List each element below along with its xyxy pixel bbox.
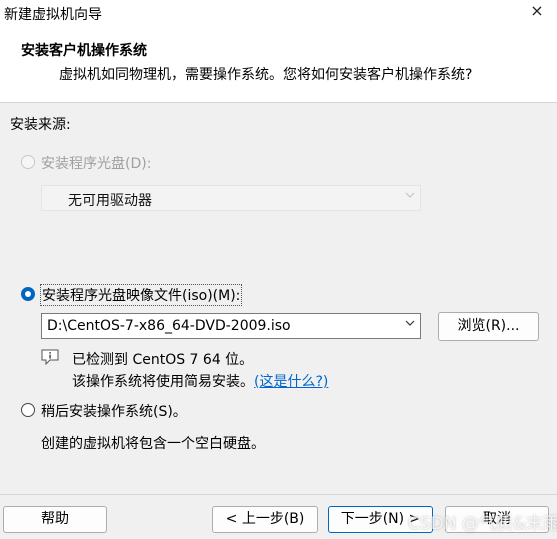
browse-button[interactable]: 浏览(R)...: [438, 312, 539, 341]
iso-path-value: D:\CentOS-7-x86_64-DVD-2009.iso: [47, 318, 291, 334]
info-icon: [41, 349, 59, 365]
blank-disk-note: 创建的虚拟机将包含一个空白硬盘。: [41, 436, 265, 452]
title-bar: 新建虚拟机向导 ×: [0, 0, 557, 24]
install-later-radio[interactable]: [21, 403, 35, 417]
page-title: 安装客户机操作系统: [21, 43, 147, 59]
easy-install-text: 该操作系统将使用简易安装。: [72, 374, 254, 390]
easy-install-note: 该操作系统将使用简易安装。(这是什么?): [72, 371, 328, 391]
close-button[interactable]: ×: [517, 0, 557, 24]
window-title: 新建虚拟机向导: [4, 7, 102, 23]
iso-option-label[interactable]: 安装程序光盘映像文件(iso)(M):: [39, 284, 243, 306]
iso-radio[interactable]: [21, 287, 35, 301]
iso-path-combobox[interactable]: D:\CentOS-7-x86_64-DVD-2009.iso: [41, 313, 421, 339]
disc-radio: [21, 155, 35, 169]
page-subtitle: 虚拟机如同物理机，需要操作系统。您将如何安装客户机操作系统?: [59, 67, 473, 83]
drive-select: 无可用驱动器: [41, 185, 421, 211]
disc-option-label: 安装程序光盘(D):: [41, 156, 152, 172]
watermark: CSDN @气质&末雨: [408, 514, 557, 534]
help-button[interactable]: 帮助: [3, 506, 107, 533]
whats-this-link[interactable]: (这是什么?): [254, 374, 328, 390]
drive-select-value: 无可用驱动器: [68, 193, 152, 209]
back-button[interactable]: < 上一步(B): [212, 506, 318, 533]
install-later-label[interactable]: 稍后安装操作系统(S)。: [41, 401, 187, 421]
wizard-header: 安装客户机操作系统 虚拟机如同物理机，需要操作系统。您将如何安装客户机操作系统?: [0, 24, 557, 103]
install-source-label: 安装来源:: [10, 117, 71, 133]
detection-message: 已检测到 CentOS 7 64 位。: [72, 352, 254, 368]
chevron-down-icon: [405, 192, 415, 198]
chevron-down-icon[interactable]: [405, 318, 415, 328]
